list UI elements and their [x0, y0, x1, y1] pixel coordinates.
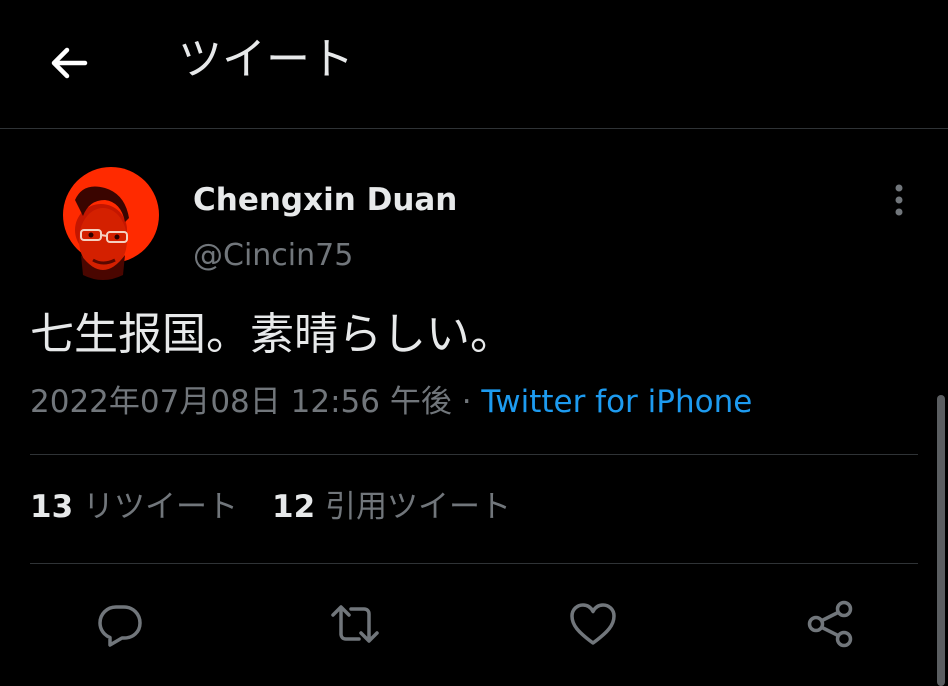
retweet-button[interactable]	[329, 598, 381, 650]
author-name[interactable]: Chengxin Duan	[193, 178, 457, 222]
arrow-left-icon	[51, 47, 88, 79]
header-divider	[0, 128, 948, 129]
quotes-count: 12	[272, 489, 316, 525]
reply-icon	[98, 605, 142, 647]
avatar[interactable]	[63, 160, 163, 290]
tweet-meta: 2022年07月08日 12:56 午後 · Twitter for iPhon…	[30, 380, 752, 424]
share-button[interactable]	[804, 598, 856, 650]
stats-divider	[30, 563, 918, 564]
more-vertical-icon	[895, 184, 903, 216]
tweet-stats: 13 リツイート 12 引用ツイート	[30, 485, 511, 529]
retweet-icon	[331, 605, 379, 643]
reply-button[interactable]	[94, 598, 146, 650]
top-bar: ツイート	[0, 0, 948, 128]
meta-separator: ·	[461, 384, 472, 420]
like-icon	[570, 603, 616, 645]
author-handle[interactable]: @Cincin75	[193, 234, 353, 278]
share-icon	[807, 600, 853, 648]
quotes-stat[interactable]: 12 引用ツイート	[272, 489, 511, 525]
quotes-label: 引用ツイート	[325, 489, 511, 525]
back-button[interactable]	[44, 38, 94, 88]
more-options-button[interactable]	[884, 180, 914, 220]
tweet-text: 七生报国。素晴らしい。	[30, 309, 514, 360]
page-title: ツイート	[178, 34, 354, 85]
tweet-source[interactable]: Twitter for iPhone	[481, 384, 752, 420]
retweets-label: リツイート	[83, 489, 238, 525]
meta-divider	[30, 454, 918, 455]
retweets-count: 13	[30, 489, 74, 525]
scrollbar[interactable]	[937, 395, 945, 686]
avatar-image	[63, 160, 163, 290]
tweet-datetime[interactable]: 2022年07月08日 12:56 午後	[30, 384, 452, 420]
retweets-stat[interactable]: 13 リツイート	[30, 489, 238, 525]
like-button[interactable]	[567, 598, 619, 650]
